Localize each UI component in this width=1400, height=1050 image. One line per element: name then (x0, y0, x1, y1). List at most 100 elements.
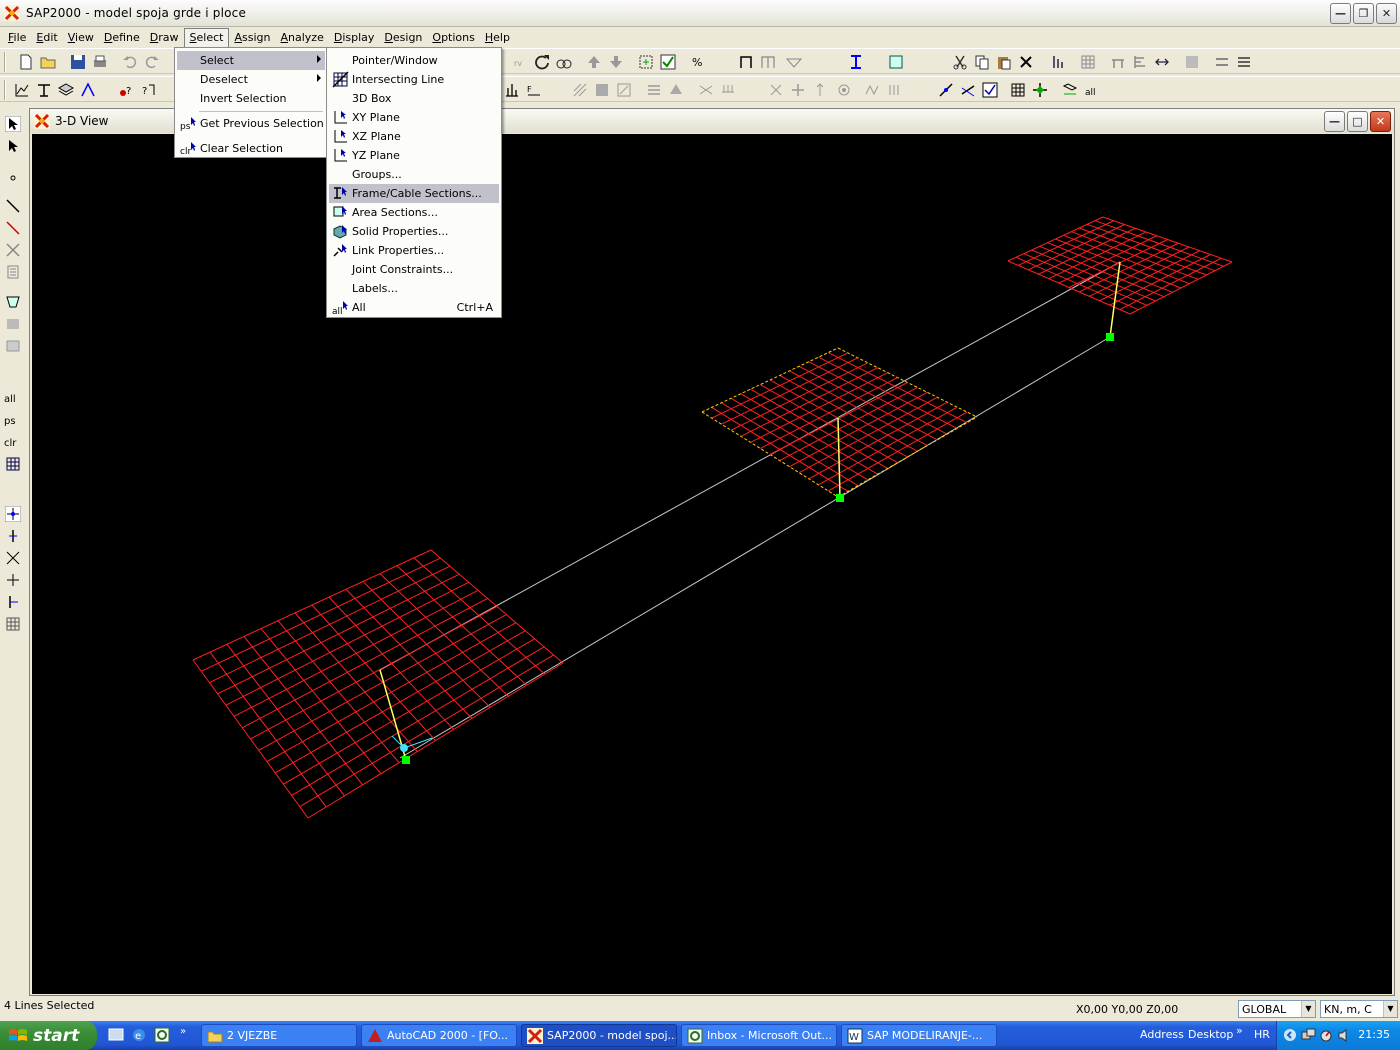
task-autocad[interactable]: AutoCAD 2000 - [FO... (361, 1024, 517, 1047)
doc-minimize-button[interactable]: — (1324, 111, 1345, 132)
desktop-toolbar-label[interactable]: Desktop (1188, 1028, 1233, 1041)
sections-icon[interactable] (36, 82, 52, 98)
slab-mesh-1-line[interactable] (307, 662, 564, 819)
assign-icon[interactable] (80, 82, 96, 98)
snap-perpendicular-icon[interactable] (5, 572, 21, 588)
truss-icon[interactable] (786, 54, 802, 70)
undo-icon[interactable] (122, 54, 138, 70)
mesh-icon[interactable] (1184, 54, 1200, 70)
previous-select-label[interactable]: ps (4, 416, 16, 427)
equal-icon[interactable] (1214, 54, 1230, 70)
move-up-icon[interactable] (586, 54, 602, 70)
displacement-icon[interactable] (864, 82, 880, 98)
coord-system-select[interactable]: GLOBAL ▼ (1238, 1000, 1316, 1018)
reshape-pointer-icon[interactable] (5, 138, 21, 154)
snap-midpoint-icon[interactable] (5, 528, 21, 544)
slab-mesh-1-line[interactable] (192, 549, 432, 661)
quick-draw-frame-icon[interactable] (5, 220, 21, 236)
print-icon[interactable] (92, 54, 108, 70)
slab-mesh-3-line[interactable] (1089, 246, 1190, 297)
hatch-icon-2[interactable] (594, 82, 610, 98)
spring-icon[interactable] (646, 82, 662, 98)
slab-mesh-3-line[interactable] (1048, 231, 1147, 280)
submenu-pointer-window[interactable]: Pointer/Window (329, 51, 499, 70)
network-icon[interactable] (1301, 1028, 1316, 1043)
view-options-icon[interactable] (556, 54, 572, 70)
menu-item-select[interactable]: Select (177, 51, 325, 70)
joint-icon[interactable] (1110, 54, 1126, 70)
paste-icon[interactable] (996, 54, 1012, 70)
task-word[interactable]: W SAP MODELIRANJE-... (841, 1024, 997, 1047)
rv-icon[interactable]: rv (512, 54, 528, 70)
support-joint-2[interactable] (836, 494, 844, 502)
grid-icon[interactable] (1080, 54, 1096, 70)
menu-item-invert-selection[interactable]: Invert Selection (177, 89, 325, 108)
task-sap2000[interactable]: SAP2000 - model spoj... (521, 1024, 677, 1047)
query-icon[interactable]: ? (140, 82, 156, 98)
submenu-xy-plane[interactable]: XY Plane (329, 108, 499, 127)
minimize-button[interactable]: — (1330, 3, 1351, 24)
target-icon[interactable] (836, 82, 852, 98)
slab-mesh-2-line[interactable] (701, 347, 839, 413)
language-indicator[interactable]: HR (1254, 1028, 1270, 1041)
menu-analyze[interactable]: Analyze (275, 28, 328, 48)
chevron-down-icon[interactable]: ▼ (1301, 1001, 1315, 1017)
redo-icon[interactable] (144, 54, 160, 70)
toolbar-more-icon[interactable]: » (1236, 1024, 1243, 1037)
slab-mesh-2-line[interactable] (740, 367, 878, 437)
submenu-joint-constraints[interactable]: Joint Constraints... (329, 260, 499, 279)
submenu-intersecting-line[interactable]: Intersecting Line (329, 70, 499, 89)
frame-grid-icon[interactable] (760, 54, 776, 70)
submenu-3d-box[interactable]: 3D Box (329, 89, 499, 108)
slab-mesh-2-line[interactable] (721, 357, 859, 425)
draw-brace-icon[interactable] (5, 242, 21, 258)
slab-mesh-1-line[interactable] (274, 630, 526, 774)
submenu-all[interactable]: all All Ctrl+A (329, 298, 499, 317)
submenu-area-sections[interactable]: Area Sections... (329, 203, 499, 222)
help-icon[interactable]: ? (118, 82, 134, 98)
display-icon[interactable] (888, 54, 904, 70)
snap-joints-icon[interactable] (5, 506, 21, 522)
reshape-icon[interactable] (1050, 54, 1066, 70)
delete-icon[interactable] (1018, 54, 1034, 70)
support-joint-3[interactable] (1106, 333, 1114, 341)
intersect-icon[interactable] (1032, 82, 1048, 98)
draw-poly-area-icon[interactable] (5, 294, 21, 310)
task-2-vjezbe[interactable]: 2 VJEZBE (201, 1024, 357, 1047)
graph-icon[interactable] (14, 82, 30, 98)
move-down-icon[interactable] (608, 54, 624, 70)
hatch-icon-3[interactable] (616, 82, 632, 98)
slab-mesh-3-line[interactable] (1119, 257, 1222, 311)
address-toolbar-label[interactable]: Address (1140, 1028, 1184, 1041)
sap2000-app-icon[interactable] (4, 5, 20, 21)
internet-explorer-icon[interactable]: e (131, 1027, 147, 1043)
fine-grid-icon[interactable] (1062, 82, 1078, 98)
menu-help[interactable]: Help (480, 28, 515, 48)
slab-mesh-3-line[interactable] (1007, 216, 1104, 262)
strain-icon[interactable] (790, 82, 806, 98)
show-desktop-icon[interactable] (108, 1027, 124, 1043)
menu-item-clear-selection[interactable]: clr Clear Selection (177, 139, 325, 158)
section-i-icon[interactable] (848, 54, 864, 70)
check-icon[interactable] (660, 54, 676, 70)
support-joint-1[interactable] (402, 756, 410, 764)
snap-check-icon[interactable] (982, 82, 998, 98)
loads-icon[interactable] (504, 82, 520, 98)
toolbar-grip[interactable] (4, 52, 6, 72)
frame-beam-back[interactable] (379, 261, 1121, 671)
temperature-icon[interactable] (768, 82, 784, 98)
menu-edit[interactable]: Edit (31, 28, 62, 48)
align-icon[interactable] (1132, 54, 1148, 70)
submenu-link-properties[interactable]: Link Properties... (329, 241, 499, 260)
open-folder-icon[interactable] (40, 54, 56, 70)
local-axis-x[interactable] (403, 737, 433, 749)
slab-mesh-2-line[interactable] (789, 391, 928, 468)
slab-mesh-3-line[interactable] (1109, 254, 1211, 306)
start-button[interactable]: start (0, 1021, 97, 1050)
tray-utility-icon[interactable] (1319, 1028, 1334, 1043)
quick-draw-area-icon[interactable] (5, 338, 21, 354)
slab-mesh-3-line[interactable] (1017, 220, 1114, 266)
restraint-icon[interactable] (668, 82, 684, 98)
slab-mesh-3-line[interactable] (1058, 235, 1157, 284)
menu-display[interactable]: Display (329, 28, 380, 48)
